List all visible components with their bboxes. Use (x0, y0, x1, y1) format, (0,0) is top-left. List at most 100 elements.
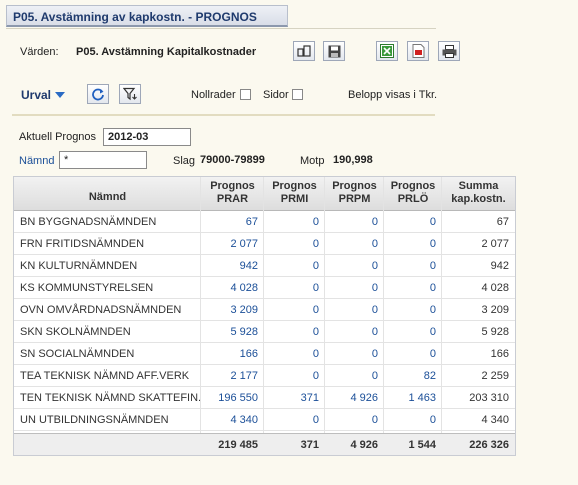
cell-prpm[interactable]: 0 (325, 409, 384, 431)
urval-menu[interactable]: Urval (21, 88, 51, 102)
column-header-label: PRAR (216, 193, 249, 205)
column-divider (200, 177, 201, 455)
row-namnd: SN SOCIALNÄMNDEN (20, 348, 135, 360)
varden-label: Värden: (20, 46, 59, 58)
cell-prmi[interactable]: 0 (264, 409, 325, 431)
cell-prlo[interactable]: 0 (384, 233, 442, 255)
slag-value: 79000-79899 (200, 154, 265, 166)
cell-prar[interactable]: 942 (201, 255, 264, 277)
cell-summa: 4 028 (481, 282, 509, 294)
cell-prar[interactable]: 3 209 (201, 299, 264, 321)
table-row: KN KULTURNÄMNDEN 942 0 0 0 942 (14, 255, 515, 277)
cell-prar[interactable]: 2 177 (201, 365, 264, 387)
cell-prar[interactable]: 166 (201, 343, 264, 365)
cell-prlo[interactable]: 82 (384, 365, 442, 387)
aktuell-prognos-field[interactable]: 2012-03 (103, 128, 191, 146)
cell-summa: 2 077 (481, 238, 509, 250)
chevron-down-icon[interactable] (55, 92, 65, 98)
cell-summa: 942 (490, 260, 509, 272)
cell-prlo[interactable]: 0 (384, 409, 442, 431)
namnd-label[interactable]: Nämnd (19, 155, 54, 167)
cell-prmi[interactable]: 0 (264, 343, 325, 365)
pivot-button[interactable] (293, 41, 315, 61)
row-namnd: SKN SKOLNÄMNDEN (20, 326, 131, 338)
cell-prar[interactable]: 4 340 (201, 409, 264, 431)
cell-summa: 166 (490, 348, 509, 360)
cell-prpm[interactable]: 0 (325, 233, 384, 255)
table-row: SN SOCIALNÄMNDEN 166 0 0 0 166 (14, 343, 515, 365)
cell-prpm[interactable]: 0 (325, 321, 384, 343)
total-prar: 219 485 (218, 439, 258, 451)
cell-summa: 3 209 (481, 304, 509, 316)
cell-prmi[interactable]: 0 (264, 321, 325, 343)
cell-prar[interactable]: 2 077 (201, 233, 264, 255)
filter-icon (123, 87, 137, 101)
export-excel-button[interactable] (376, 41, 398, 61)
cell-prmi[interactable]: 0 (264, 299, 325, 321)
results-table: Nämnd Prognos PRAR Prognos PRMI Prognos … (13, 176, 516, 456)
table-row: KS KOMMUNSTYRELSEN 4 028 0 0 0 4 028 (14, 277, 515, 299)
save-button[interactable] (323, 41, 345, 61)
pdf-icon (412, 44, 424, 58)
cell-prlo[interactable]: 0 (384, 343, 442, 365)
nollrader-checkbox[interactable] (240, 89, 251, 100)
cell-prpm[interactable]: 0 (325, 277, 384, 299)
cell-prar[interactable]: 67 (201, 211, 264, 233)
cell-prpm[interactable]: 0 (325, 343, 384, 365)
column-header-prmi[interactable]: Prognos PRMI (264, 177, 325, 211)
row-namnd: OVN OMVÅRDNADSNÄMNDEN (20, 304, 182, 316)
cell-prpm[interactable]: 0 (325, 211, 384, 233)
cell-prlo[interactable]: 1 463 (384, 387, 442, 409)
cell-prlo[interactable]: 0 (384, 255, 442, 277)
cell-prpm[interactable]: 0 (325, 255, 384, 277)
column-header-label: Prognos (210, 180, 255, 192)
sidor-label: Sidor (263, 89, 289, 101)
pivot-icon (297, 45, 311, 57)
cell-prar[interactable]: 4 028 (201, 277, 264, 299)
column-header-label: Summa (458, 180, 499, 192)
cell-prmi[interactable]: 371 (264, 387, 325, 409)
filter-button[interactable] (119, 84, 141, 104)
total-prlo: 1 544 (408, 439, 436, 451)
refresh-button[interactable] (87, 84, 109, 104)
total-prpm: 4 926 (350, 439, 378, 451)
column-divider (383, 177, 384, 455)
sidor-checkbox[interactable] (292, 89, 303, 100)
column-header-prar[interactable]: Prognos PRAR (201, 177, 264, 211)
cell-prmi[interactable]: 0 (264, 365, 325, 387)
column-header-namnd[interactable]: Nämnd (14, 177, 201, 211)
cell-summa: 5 928 (481, 326, 509, 338)
cell-prar[interactable]: 5 928 (201, 321, 264, 343)
cell-prlo[interactable]: 0 (384, 211, 442, 233)
namnd-field[interactable]: * (59, 151, 147, 169)
column-header-label: PRPM (338, 193, 371, 205)
nollrader-label: Nollrader (191, 89, 236, 101)
motp-label: Motp (300, 155, 325, 167)
cell-prmi[interactable]: 0 (264, 277, 325, 299)
export-pdf-button[interactable] (407, 41, 429, 61)
row-namnd: BN BYGGNADSNÄMNDEN (20, 216, 157, 228)
cell-prlo[interactable]: 0 (384, 321, 442, 343)
cell-prlo[interactable]: 0 (384, 277, 442, 299)
cell-prlo[interactable]: 0 (384, 299, 442, 321)
cell-prmi[interactable]: 0 (264, 233, 325, 255)
cell-prpm[interactable]: 4 926 (325, 387, 384, 409)
motp-value: 190,998 (333, 154, 373, 166)
cell-prar[interactable]: 196 550 (201, 387, 264, 409)
column-header-prlo[interactable]: Prognos PRLÖ (384, 177, 442, 211)
cell-prmi[interactable]: 0 (264, 211, 325, 233)
table-row: SKN SKOLNÄMNDEN 5 928 0 0 0 5 928 (14, 321, 515, 343)
cell-prmi[interactable]: 0 (264, 255, 325, 277)
column-header-prpm[interactable]: Prognos PRPM (325, 177, 384, 211)
column-header-summa[interactable]: Summa kap.kostn. (442, 177, 515, 211)
cell-prpm[interactable]: 0 (325, 365, 384, 387)
cell-prpm[interactable]: 0 (325, 299, 384, 321)
slag-label: Slag (173, 155, 196, 167)
column-divider (324, 177, 325, 455)
print-button[interactable] (438, 41, 460, 61)
cell-summa: 4 340 (481, 414, 509, 426)
refresh-icon (92, 88, 104, 101)
totals-row: 219 485 371 4 926 1 544 226 326 (14, 433, 515, 455)
page-title-bar: P05. Avstämning av kapkostn. - PROGNOS (6, 5, 288, 27)
table-row: TEN TEKNISK NÄMND SKATTEFIN. 196 550 371 4 … (14, 387, 515, 409)
